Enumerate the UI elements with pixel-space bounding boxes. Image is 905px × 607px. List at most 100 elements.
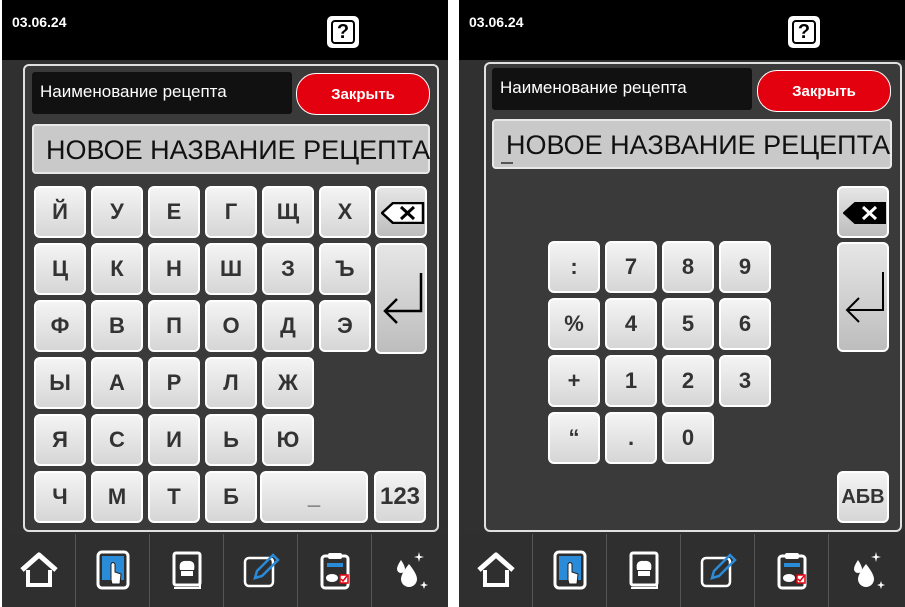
backspace-icon bbox=[381, 202, 425, 224]
letter-key[interactable]: К bbox=[91, 243, 143, 295]
letter-key[interactable]: Ф bbox=[34, 300, 86, 352]
bottom-nav bbox=[2, 534, 448, 607]
home-icon bbox=[20, 552, 58, 587]
text-cursor bbox=[501, 162, 513, 164]
letter-key[interactable]: Л bbox=[205, 357, 257, 409]
tab-checklist[interactable] bbox=[298, 534, 372, 607]
numeric-key[interactable]: 7 bbox=[605, 241, 657, 293]
letter-key[interactable]: З bbox=[262, 243, 314, 295]
enter-icon bbox=[383, 273, 423, 324]
letter-key[interactable]: А bbox=[91, 357, 143, 409]
letter-key[interactable]: Э bbox=[319, 300, 371, 352]
letter-key[interactable]: Е bbox=[148, 186, 200, 238]
enter-key[interactable] bbox=[375, 243, 427, 354]
tab-touch[interactable] bbox=[533, 534, 607, 607]
letter-key[interactable]: Ъ bbox=[319, 243, 371, 295]
cookbook-icon bbox=[172, 551, 202, 589]
enter-icon bbox=[845, 272, 884, 323]
letter-key[interactable]: Й bbox=[34, 186, 86, 238]
numeric-key[interactable]: . bbox=[605, 412, 657, 464]
help-button[interactable]: ? bbox=[788, 16, 820, 48]
recipe-name-label: Наименование рецепта bbox=[492, 68, 752, 110]
letter-key[interactable]: Ы bbox=[34, 357, 86, 409]
help-icon: ? bbox=[792, 20, 816, 44]
letter-key[interactable]: Б bbox=[205, 471, 257, 523]
date-label: 03.06.24 bbox=[12, 14, 67, 30]
letter-key[interactable]: У bbox=[91, 186, 143, 238]
tab-checklist[interactable] bbox=[755, 534, 829, 607]
tab-clean[interactable] bbox=[372, 534, 446, 607]
letter-key[interactable]: И bbox=[148, 414, 200, 466]
numeric-key[interactable]: “ bbox=[548, 412, 600, 464]
cookbook-icon bbox=[629, 551, 659, 589]
clipboard-chicken-icon bbox=[320, 553, 350, 590]
tab-home[interactable] bbox=[2, 534, 76, 607]
space-key[interactable]: _ bbox=[260, 471, 368, 523]
edit-icon bbox=[700, 553, 737, 588]
edit-icon bbox=[243, 553, 280, 588]
letter-key[interactable]: М bbox=[91, 471, 143, 523]
numeric-key[interactable]: 8 bbox=[662, 241, 714, 293]
help-button[interactable]: ? bbox=[327, 16, 359, 48]
letter-key[interactable]: П bbox=[148, 300, 200, 352]
backspace-icon bbox=[843, 202, 886, 224]
letters-mode-key[interactable]: АБВ bbox=[837, 471, 889, 523]
numeric-key[interactable]: + bbox=[548, 355, 600, 407]
numeric-key[interactable]: 0 bbox=[662, 412, 714, 464]
top-bar: 03.06.24 ? bbox=[459, 0, 905, 60]
enter-key[interactable] bbox=[837, 242, 889, 352]
letter-key[interactable]: О bbox=[205, 300, 257, 352]
numeric-key[interactable]: : bbox=[548, 241, 600, 293]
date-label: 03.06.24 bbox=[469, 14, 524, 30]
numeric-key[interactable]: 9 bbox=[719, 241, 771, 293]
backspace-key[interactable] bbox=[837, 186, 889, 238]
recipe-name-input[interactable]: НОВОЕ НАЗВАНИЕ РЕЦЕПТА bbox=[492, 119, 892, 169]
numeric-key[interactable]: 5 bbox=[662, 298, 714, 350]
recipe-name-label: Наименование рецепта bbox=[32, 72, 292, 114]
letter-key[interactable]: Ц bbox=[34, 243, 86, 295]
numeric-key[interactable]: % bbox=[548, 298, 600, 350]
letter-key[interactable]: Ю bbox=[262, 414, 314, 466]
left-screen: 03.06.24 ? Наименование рецепта Закрыть … bbox=[2, 0, 448, 607]
letter-key[interactable]: Н bbox=[148, 243, 200, 295]
letter-key[interactable]: С bbox=[91, 414, 143, 466]
tab-edit[interactable] bbox=[224, 534, 298, 607]
letter-key[interactable]: Д bbox=[262, 300, 314, 352]
help-icon: ? bbox=[331, 20, 355, 44]
letter-key[interactable]: Ч bbox=[34, 471, 86, 523]
letter-key[interactable]: Щ bbox=[262, 186, 314, 238]
letter-key[interactable]: Я bbox=[34, 414, 86, 466]
letter-key[interactable]: Г bbox=[205, 186, 257, 238]
letter-key[interactable]: В bbox=[91, 300, 143, 352]
home-icon bbox=[477, 552, 515, 587]
numeric-key[interactable]: 3 bbox=[719, 355, 771, 407]
backspace-key[interactable] bbox=[375, 186, 427, 238]
right-screen: 03.06.24 ? Наименование рецепта Закрыть … bbox=[459, 0, 905, 607]
close-button[interactable]: Закрыть bbox=[757, 70, 891, 112]
tab-clean[interactable] bbox=[829, 534, 903, 607]
letter-key[interactable]: Х bbox=[319, 186, 371, 238]
tab-home[interactable] bbox=[459, 534, 533, 607]
letter-key[interactable]: Т bbox=[148, 471, 200, 523]
tab-cookbook[interactable] bbox=[607, 534, 681, 607]
letter-key[interactable]: Ж bbox=[262, 357, 314, 409]
numeric-mode-key[interactable]: 123 bbox=[374, 471, 426, 523]
tab-cookbook[interactable] bbox=[150, 534, 224, 607]
touch-tablet-icon bbox=[96, 550, 130, 590]
numeric-key[interactable]: 4 bbox=[605, 298, 657, 350]
numeric-key[interactable]: 6 bbox=[719, 298, 771, 350]
numeric-key[interactable]: 1 bbox=[605, 355, 657, 407]
clean-drops-icon bbox=[854, 552, 885, 589]
letter-key[interactable]: Ш bbox=[205, 243, 257, 295]
tab-edit[interactable] bbox=[681, 534, 755, 607]
space-key-label: _ bbox=[307, 484, 321, 509]
bottom-nav bbox=[459, 534, 905, 607]
letter-key[interactable]: Р bbox=[148, 357, 200, 409]
clean-drops-icon bbox=[397, 552, 428, 589]
numeric-key[interactable]: 2 bbox=[662, 355, 714, 407]
recipe-name-input[interactable]: НОВОЕ НАЗВАНИЕ РЕЦЕПТА bbox=[32, 124, 430, 174]
tab-touch[interactable] bbox=[76, 534, 150, 607]
close-button[interactable]: Закрыть bbox=[296, 73, 430, 115]
letter-key[interactable]: Ь bbox=[205, 414, 257, 466]
top-bar: 03.06.24 ? bbox=[2, 0, 448, 60]
